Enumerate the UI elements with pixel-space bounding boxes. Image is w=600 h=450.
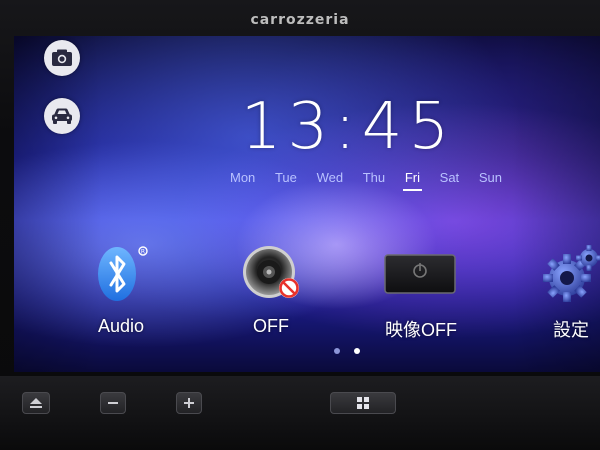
weekday-bar: Mon Tue Wed Thu Fri Sat Sun — [230, 170, 502, 191]
svg-text:R: R — [141, 249, 145, 256]
source-off-label: OFF — [253, 316, 289, 336]
bluetooth-icon: R — [98, 246, 148, 301]
page-dot-2-current[interactable] — [354, 348, 360, 354]
eject-icon — [30, 398, 42, 408]
weekday-thu: Thu — [362, 170, 386, 185]
settings-button[interactable]: 設定 — [516, 242, 600, 352]
volume-up-button[interactable] — [176, 392, 202, 414]
camera-button[interactable] — [44, 40, 80, 76]
video-off-label: 映像OFF — [385, 320, 457, 340]
settings-label: 設定 — [553, 320, 589, 340]
video-off-button[interactable]: 映像OFF — [366, 242, 476, 352]
weekday-fri-current: Fri — [402, 170, 423, 191]
gear-icon — [543, 245, 600, 302]
grid-icon — [357, 397, 369, 409]
home-menu-button[interactable] — [330, 392, 396, 414]
speaker-off-icon — [243, 246, 299, 298]
page-dot-1[interactable] — [334, 348, 340, 354]
clock-time: 13:45 — [240, 90, 456, 164]
audio-app-button[interactable]: R Audio — [66, 242, 176, 352]
minus-icon — [108, 402, 118, 404]
eject-button[interactable] — [22, 392, 50, 414]
car-button[interactable] — [44, 98, 80, 134]
weekday-tue: Tue — [274, 170, 297, 185]
weekday-sun: Sun — [478, 170, 502, 185]
hardware-button-bar — [0, 376, 600, 450]
weekday-mon: Mon — [230, 170, 256, 185]
weekday-wed: Wed — [316, 170, 344, 185]
brand-logo: carrozzeria — [250, 12, 350, 28]
video-power-icon — [384, 254, 456, 294]
touch-screen: 13:45 Mon Tue Wed Thu Fri Sat Sun R Audi… — [14, 36, 600, 372]
camera-icon — [52, 49, 72, 66]
weekday-sat: Sat — [439, 170, 460, 185]
page-indicator — [334, 348, 360, 354]
source-off-button[interactable]: OFF — [216, 242, 326, 352]
audio-app-label: Audio — [97, 316, 145, 336]
car-icon — [52, 108, 72, 124]
head-unit: carrozzeria 13:45 Mon Tue Wed Thu Fri Sa… — [0, 0, 600, 450]
plus-icon — [184, 398, 194, 408]
volume-down-button[interactable] — [100, 392, 126, 414]
